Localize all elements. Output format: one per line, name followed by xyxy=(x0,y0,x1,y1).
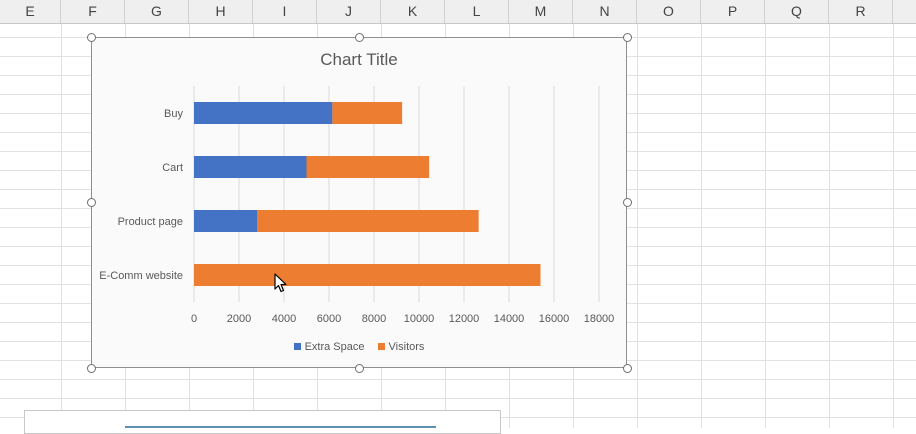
legend-item-visitors[interactable]: Visitors xyxy=(377,341,425,353)
chart-legend[interactable]: Extra Space Visitors xyxy=(92,341,626,353)
lower-chart-object[interactable] xyxy=(24,410,501,434)
resize-handle-top-right[interactable] xyxy=(623,33,632,42)
bar-segment[interactable] xyxy=(332,102,403,124)
x-tick-label: 10000 xyxy=(404,313,435,325)
resize-handle-bottom-right[interactable] xyxy=(623,364,632,373)
column-header-o[interactable]: O xyxy=(637,0,701,23)
bar-segment[interactable] xyxy=(194,102,333,124)
resize-handle-left[interactable] xyxy=(87,198,96,207)
x-tick-label: 0 xyxy=(191,313,197,325)
resize-handle-top-left[interactable] xyxy=(87,33,96,42)
resize-handle-top[interactable] xyxy=(355,33,364,42)
column-header-i[interactable]: I xyxy=(253,0,317,23)
bar-segment[interactable] xyxy=(306,156,430,178)
grid-column-line xyxy=(829,24,830,428)
x-tick-label: 4000 xyxy=(272,313,296,325)
column-header-g[interactable]: G xyxy=(125,0,189,23)
column-header-m[interactable]: M xyxy=(509,0,573,23)
grid-column-line xyxy=(893,24,894,428)
grid-column-line xyxy=(701,24,702,428)
x-tick-label: 8000 xyxy=(362,313,386,325)
mouse-cursor-icon xyxy=(274,273,287,293)
column-header-r[interactable]: R xyxy=(829,0,893,23)
column-header-n[interactable]: N xyxy=(573,0,637,23)
legend-item-extra-space[interactable]: Extra Space xyxy=(293,341,365,353)
chart-plot-area[interactable]: 0 2000 4000 6000 8000 10000 12000 14000 16000 180… xyxy=(92,38,628,369)
grid-row-line xyxy=(0,379,916,380)
column-header-k[interactable]: K xyxy=(381,0,445,23)
legend-swatch-extra-space xyxy=(293,343,301,350)
grid-row-line xyxy=(0,398,916,399)
column-header-f[interactable]: F xyxy=(61,0,125,23)
grid-column-line xyxy=(765,24,766,428)
grid-column-line xyxy=(637,24,638,428)
chart-object[interactable]: Chart Title 0 2000 4000 6000 8000 10000 12000 1… xyxy=(91,37,627,368)
x-tick-label: 18000 xyxy=(584,313,615,325)
legend-label-extra-space: Extra Space xyxy=(304,341,365,353)
resize-handle-right[interactable] xyxy=(623,198,632,207)
column-header-l[interactable]: L xyxy=(445,0,509,23)
x-tick-label: 16000 xyxy=(539,313,570,325)
y-category-label: Buy xyxy=(164,108,183,120)
y-category-label: Product page xyxy=(118,216,183,228)
column-header-j[interactable]: J xyxy=(317,0,381,23)
bar-segment[interactable] xyxy=(257,210,479,232)
resize-handle-bottom-left[interactable] xyxy=(87,364,96,373)
x-tick-label: 6000 xyxy=(317,313,341,325)
y-category-label: Cart xyxy=(162,162,183,174)
legend-swatch-visitors xyxy=(377,343,385,350)
column-header-q[interactable]: Q xyxy=(765,0,829,23)
grid-column-line xyxy=(61,24,62,428)
column-header-p[interactable]: P xyxy=(701,0,765,23)
bar-segment[interactable] xyxy=(194,210,257,232)
resize-handle-bottom[interactable] xyxy=(355,364,364,373)
x-tick-label: 14000 xyxy=(494,313,525,325)
x-tick-label: 12000 xyxy=(449,313,480,325)
x-tick-label: 2000 xyxy=(227,313,251,325)
legend-label-visitors: Visitors xyxy=(388,341,425,353)
y-category-label: E-Comm website xyxy=(99,270,183,282)
column-header-bar: E F G H I J K L M N O P Q R xyxy=(0,0,916,24)
column-header-e[interactable]: E xyxy=(0,0,61,23)
bar-segment[interactable] xyxy=(194,264,541,286)
column-header-h[interactable]: H xyxy=(189,0,253,23)
bar-segment[interactable] xyxy=(194,156,307,178)
